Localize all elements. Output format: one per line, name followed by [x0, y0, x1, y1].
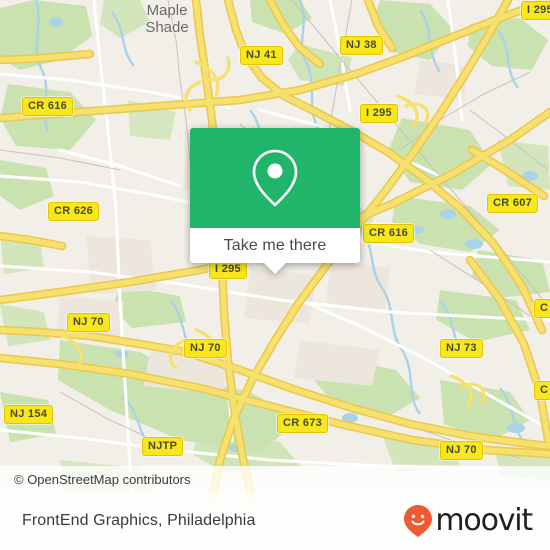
- shield-nj-38[interactable]: NJ 38: [340, 36, 383, 55]
- shield-cr-626[interactable]: CR 626: [48, 202, 100, 221]
- place-title: FrontEnd Graphics, Philadelphia: [22, 512, 256, 529]
- map-screenshot: Maple Shade CR 616 NJ 41 NJ 38 I 295 I 2…: [0, 0, 550, 550]
- bottom-info-bar: FrontEnd Graphics, Philadelphia moovit: [0, 492, 550, 550]
- attribution-text[interactable]: © OpenStreetMap contributors: [14, 472, 191, 487]
- map-attribution-bar: © OpenStreetMap contributors: [0, 466, 550, 492]
- shield-cr-607[interactable]: CR 607: [487, 194, 539, 213]
- shield-i-295-top-right[interactable]: I 295: [521, 1, 550, 20]
- shield-nj-73[interactable]: NJ 73: [440, 339, 483, 358]
- shield-nj-70-right[interactable]: NJ 70: [440, 441, 483, 460]
- shield-cr-673[interactable]: CR 673: [277, 414, 329, 433]
- shield-nj-70-left[interactable]: NJ 70: [67, 313, 110, 332]
- location-pin-icon: [252, 149, 298, 207]
- shield-cr-right-edge-1[interactable]: C: [534, 299, 550, 318]
- moovit-logo[interactable]: moovit: [403, 503, 533, 538]
- moovit-wordmark: moovit: [435, 503, 533, 538]
- take-me-there-button[interactable]: Take me there: [224, 237, 327, 255]
- shield-cr-right-edge-2[interactable]: C: [534, 381, 550, 400]
- place-label-maple-shade: Maple Shade: [145, 2, 189, 36]
- shield-i-295-upper[interactable]: I 295: [360, 104, 398, 123]
- shield-nj-41[interactable]: NJ 41: [240, 46, 283, 65]
- popup-pointer-notch: [264, 263, 286, 274]
- shield-cr-616-upper-left[interactable]: CR 616: [22, 97, 74, 116]
- popup-action-area[interactable]: Take me there: [190, 228, 360, 274]
- shield-nj-70-center[interactable]: NJ 70: [184, 339, 227, 358]
- shield-cr-616-right[interactable]: CR 616: [363, 224, 415, 243]
- shield-nj-154[interactable]: NJ 154: [4, 405, 54, 424]
- popup-pin-area: [190, 128, 360, 228]
- moovit-smiley-pin-icon: [404, 505, 433, 537]
- location-popup-card[interactable]: Take me there: [190, 128, 360, 274]
- shield-njtp[interactable]: NJTP: [142, 437, 184, 456]
